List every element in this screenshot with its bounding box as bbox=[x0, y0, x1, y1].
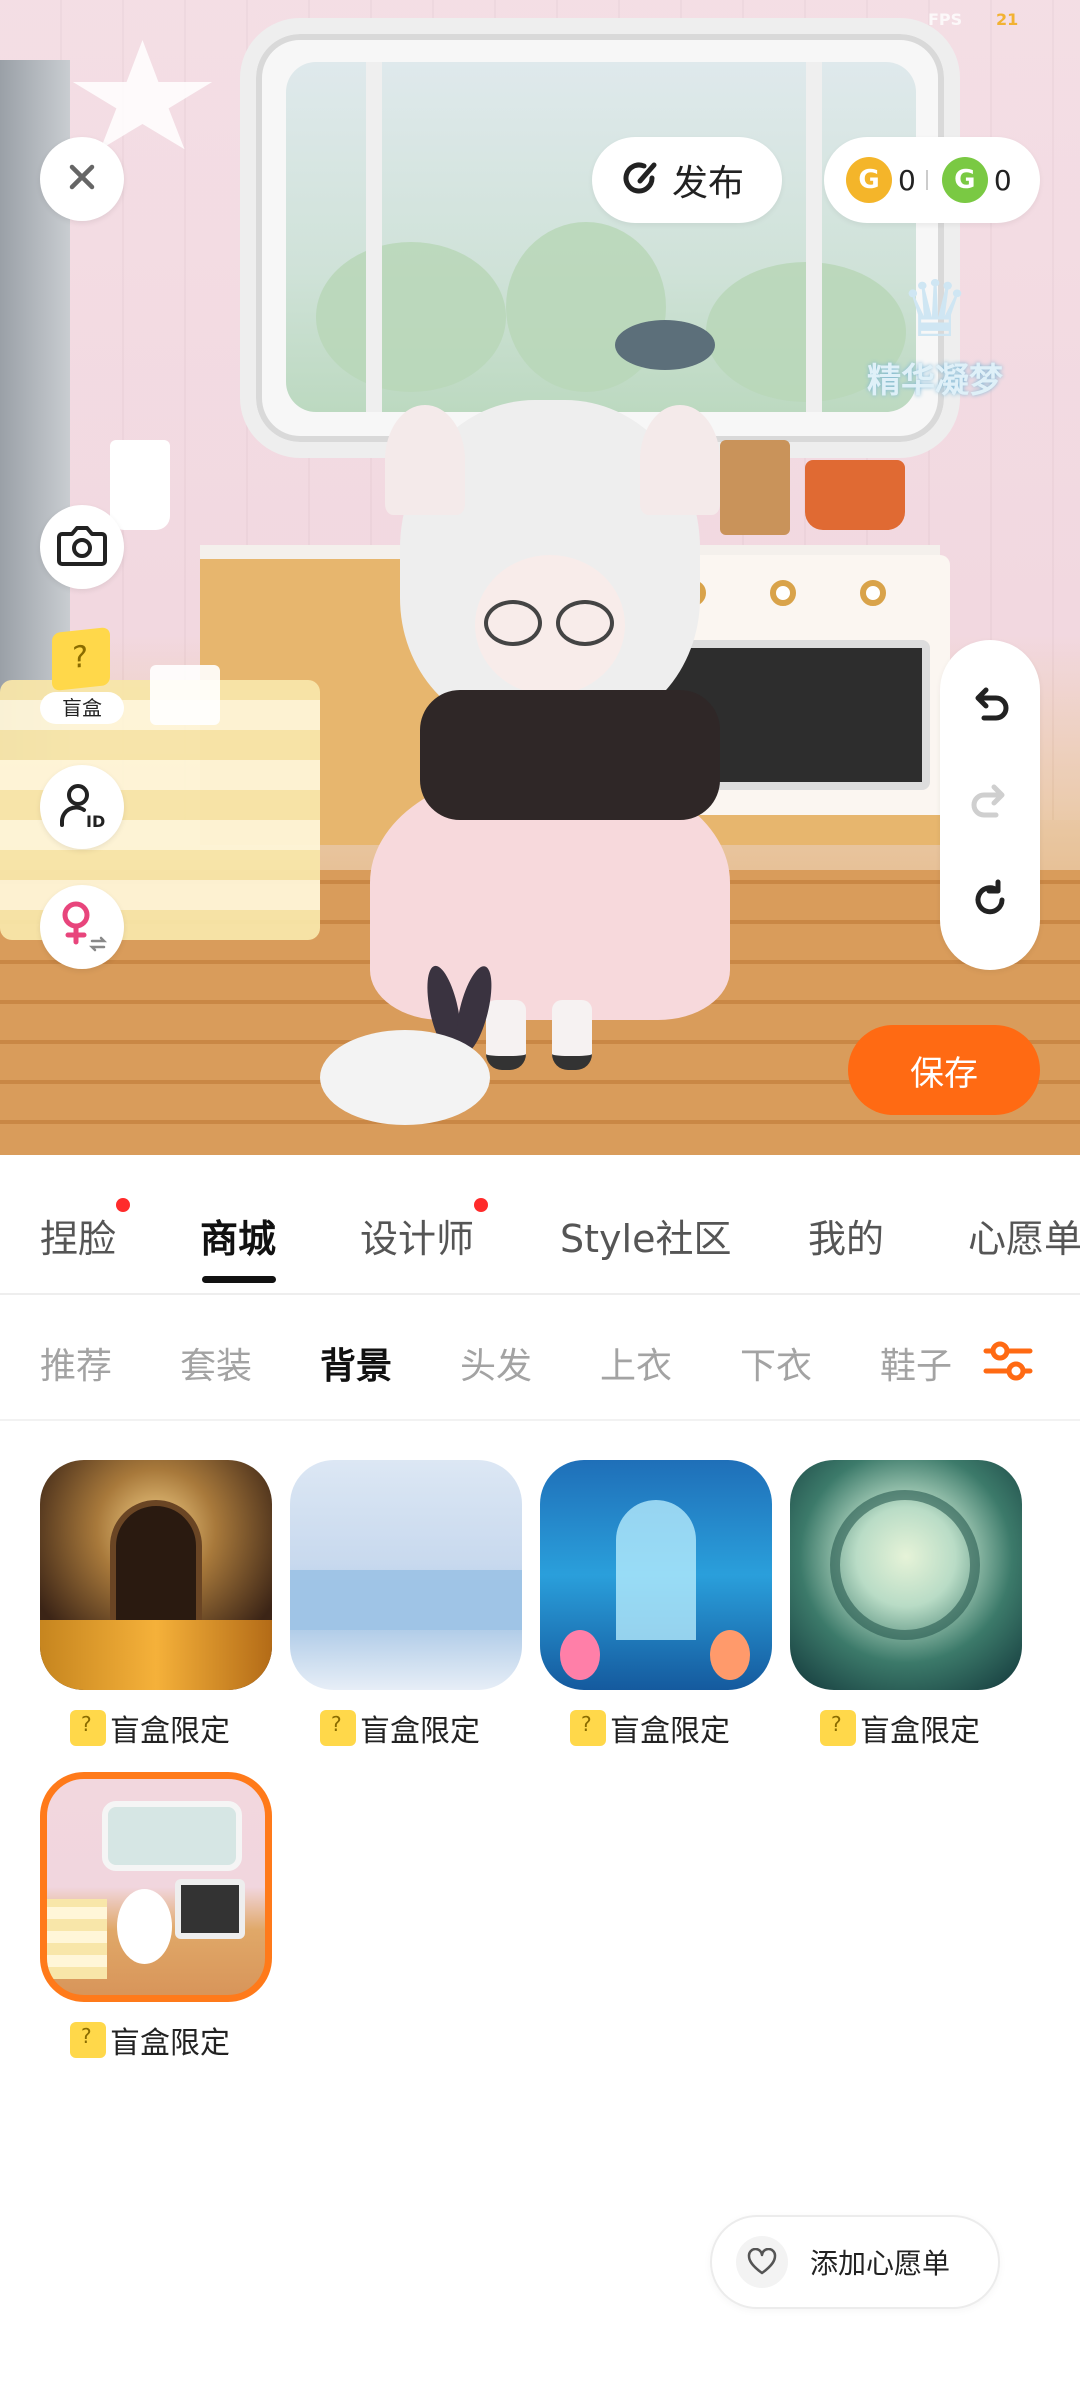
gold-coin-balance: 0 bbox=[898, 163, 916, 197]
bunny-pet bbox=[320, 1030, 490, 1125]
notification-dot bbox=[474, 1198, 489, 1212]
category-top[interactable]: 上衣 bbox=[600, 1337, 672, 1389]
avatar-cat-ear-right bbox=[640, 405, 720, 515]
blind-box-icon bbox=[70, 1710, 106, 1746]
tab-face[interactable]: 捏脸 bbox=[40, 1198, 131, 1263]
item-label: 盲盒限定 bbox=[110, 1714, 230, 1749]
close-button[interactable] bbox=[40, 137, 124, 221]
flower-pot bbox=[110, 440, 170, 530]
avatar-scene[interactable]: ♛ 精华凝梦 FPS 21 盲盒 ID 发布 G 0 bbox=[0, 0, 1080, 1155]
category-hair[interactable]: 头发 bbox=[460, 1337, 532, 1389]
blind-box-icon bbox=[320, 1710, 356, 1746]
publish-button[interactable]: 发布 bbox=[592, 137, 782, 223]
avatar-cat-ear-left bbox=[385, 405, 465, 515]
blind-box-icon bbox=[570, 1710, 606, 1746]
tab-designer-label: 设计师 bbox=[360, 1217, 475, 1261]
item-label: 盲盒限定 bbox=[110, 2026, 230, 2061]
user-id-icon: ID bbox=[56, 779, 108, 835]
gender-switch-button[interactable] bbox=[40, 885, 124, 969]
gold-coin-icon: G bbox=[846, 157, 892, 203]
avatar-top bbox=[420, 690, 720, 820]
publish-icon bbox=[618, 157, 660, 203]
fps-value: 21 bbox=[996, 10, 1019, 29]
green-coin-balance: 0 bbox=[993, 163, 1012, 197]
filter-sliders-icon bbox=[980, 1341, 1036, 1393]
tab-wishlist[interactable]: 心愿单 bbox=[968, 1208, 1080, 1263]
add-wishlist-button[interactable]: 添加心愿单 bbox=[710, 2215, 1000, 2309]
tab-mine[interactable]: 我的 bbox=[808, 1208, 884, 1263]
green-coin-icon: G bbox=[941, 157, 988, 203]
knife-block bbox=[720, 440, 790, 535]
item-label: 盲盒限定 bbox=[360, 1714, 480, 1749]
undo-icon bbox=[968, 684, 1012, 732]
blind-box-icon bbox=[52, 626, 110, 692]
crown-icon: ♛ bbox=[900, 265, 970, 355]
tab-style-community-label: Style社区 bbox=[560, 1217, 732, 1261]
reset-button[interactable] bbox=[960, 872, 1020, 932]
filter-button[interactable] bbox=[980, 1333, 1036, 1389]
item-label: 盲盒限定 bbox=[610, 1714, 730, 1749]
item-label: 盲盒限定 bbox=[860, 1714, 980, 1749]
redo-icon bbox=[968, 781, 1012, 829]
shark-plush bbox=[615, 320, 715, 370]
save-button[interactable]: 保存 bbox=[848, 1025, 1040, 1115]
profile-id-button[interactable]: ID bbox=[40, 765, 124, 849]
heart-icon bbox=[736, 2236, 788, 2288]
logo-text: 精华凝梦 bbox=[867, 361, 1003, 401]
blind-box-button[interactable]: 盲盒 bbox=[40, 626, 124, 730]
item-thumbnail bbox=[540, 1460, 772, 1690]
item-thumbnail bbox=[290, 1460, 522, 1690]
history-controls bbox=[940, 640, 1040, 970]
publish-label: 发布 bbox=[672, 163, 745, 204]
tab-mall-label: 商城 bbox=[200, 1217, 277, 1261]
undo-button[interactable] bbox=[960, 678, 1020, 738]
category-bottom[interactable]: 下衣 bbox=[740, 1337, 812, 1389]
item-thumbnail bbox=[40, 1460, 272, 1690]
redo-button[interactable] bbox=[960, 775, 1020, 835]
notification-dot bbox=[116, 1198, 131, 1212]
camera-button[interactable] bbox=[40, 505, 124, 589]
crown-logo: ♛ 精华凝梦 bbox=[860, 265, 1010, 435]
coin-divider bbox=[925, 170, 928, 190]
blind-box-icon bbox=[70, 2022, 106, 2058]
blind-box-icon bbox=[820, 1710, 856, 1746]
tab-mine-label: 我的 bbox=[808, 1217, 885, 1261]
mug bbox=[150, 665, 220, 725]
refresh-icon bbox=[968, 878, 1012, 926]
currency-panel[interactable]: G 0 G 0 bbox=[824, 137, 1040, 223]
svg-text:ID: ID bbox=[86, 812, 105, 831]
tab-designer[interactable]: 设计师 bbox=[360, 1198, 489, 1263]
category-outfit[interactable]: 套装 bbox=[180, 1337, 252, 1389]
blind-box-label: 盲盒 bbox=[40, 692, 124, 724]
category-tab-bar: 推荐 套装 背景 头发 上衣 下衣 鞋子 bbox=[0, 1297, 1080, 1421]
category-background[interactable]: 背景 bbox=[320, 1337, 392, 1389]
category-recommend[interactable]: 推荐 bbox=[40, 1337, 112, 1389]
tab-face-label: 捏脸 bbox=[40, 1217, 117, 1261]
close-icon bbox=[64, 159, 100, 199]
category-shoes[interactable]: 鞋子 bbox=[880, 1337, 960, 1389]
tab-mall[interactable]: 商城 bbox=[200, 1208, 276, 1263]
fps-label: FPS bbox=[928, 10, 963, 29]
camera-icon bbox=[56, 522, 108, 572]
avatar-glasses bbox=[480, 600, 620, 650]
tab-wishlist-label: 心愿单 bbox=[968, 1217, 1080, 1261]
active-tab-indicator bbox=[202, 1276, 276, 1283]
item-thumbnail bbox=[40, 1772, 272, 2002]
cooking-pot bbox=[805, 460, 905, 530]
tab-style-community[interactable]: Style社区 bbox=[560, 1208, 731, 1263]
main-tab-bar: 捏脸 商城 设计师 Style社区 我的 心愿单 bbox=[0, 1160, 1080, 1295]
female-swap-icon bbox=[54, 897, 110, 957]
avatar-legs bbox=[480, 1000, 600, 1080]
kitchen-window bbox=[240, 18, 960, 458]
add-wishlist-label: 添加心愿单 bbox=[810, 2247, 951, 2280]
item-thumbnail bbox=[790, 1460, 1022, 1690]
